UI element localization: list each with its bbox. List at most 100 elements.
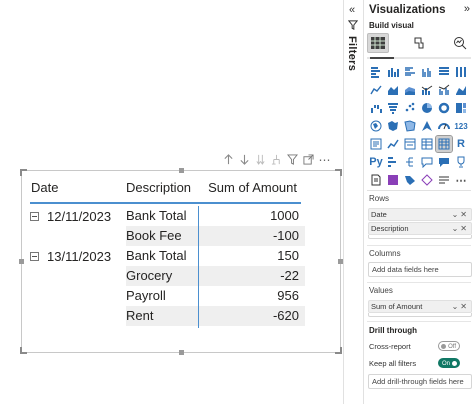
- field-actions-icon[interactable]: ⌄✕: [452, 301, 469, 312]
- values-drop-area[interactable]: [368, 313, 472, 317]
- collapse-icon[interactable]: [30, 251, 39, 261]
- field-name: Date: [371, 210, 387, 219]
- multi-row-card-icon[interactable]: [368, 136, 384, 152]
- row-amount: -100: [203, 226, 305, 246]
- stacked-bar-chart-icon[interactable]: [368, 64, 384, 80]
- resize-corner-top-right[interactable]: [335, 169, 342, 176]
- collapse-pane-icon[interactable]: »: [464, 3, 470, 15]
- stacked-area-chart-icon[interactable]: [402, 82, 418, 98]
- key-influencers-icon[interactable]: [385, 154, 401, 170]
- report-view: ⋯ Date Description Sum of Amount 12/11/2…: [0, 0, 474, 404]
- slicer-icon[interactable]: [402, 136, 418, 152]
- resize-handle-left[interactable]: [19, 259, 24, 264]
- filled-map-icon[interactable]: [385, 118, 401, 134]
- diamond-icon[interactable]: [419, 172, 435, 188]
- table-icon[interactable]: [419, 136, 435, 152]
- line-stacked-column-chart-icon[interactable]: [419, 82, 435, 98]
- smart-narrative-icon[interactable]: [436, 154, 452, 170]
- header-sum-of-amount[interactable]: Sum of Amount: [203, 180, 303, 195]
- cross-report-toggle[interactable]: Off: [438, 341, 460, 351]
- analytics-tab[interactable]: [449, 33, 471, 53]
- expand-hierarchy-icon[interactable]: [270, 153, 283, 166]
- more-options-icon[interactable]: ⋯: [318, 153, 331, 166]
- filter-icon[interactable]: [286, 153, 299, 166]
- resize-handle-bottom[interactable]: [179, 350, 184, 355]
- shape-map-icon[interactable]: [402, 118, 418, 134]
- format-visual-tab[interactable]: [408, 33, 430, 53]
- line-chart-icon[interactable]: [368, 82, 384, 98]
- power-automate-icon[interactable]: [402, 172, 418, 188]
- collapse-icon[interactable]: [30, 211, 39, 221]
- rows-field-description[interactable]: Description ⌄✕: [368, 222, 472, 235]
- r-visual-icon[interactable]: R: [453, 136, 469, 152]
- power-apps-icon[interactable]: [385, 172, 401, 188]
- keep-all-filters-toggle[interactable]: On: [438, 358, 460, 368]
- more-visuals-icon[interactable]: ⋯: [453, 172, 469, 188]
- goals-icon[interactable]: [453, 154, 469, 170]
- matrix-row: 12/11/2023 Bank Total 1000: [30, 206, 305, 226]
- qa-visual-icon[interactable]: [419, 154, 435, 170]
- resize-corner-bottom-left[interactable]: [20, 347, 27, 354]
- rows-label: Rows: [369, 194, 390, 203]
- matrix-header-row: Date Description Sum of Amount: [30, 175, 305, 199]
- clustered-column-chart-icon[interactable]: [419, 64, 435, 80]
- visualizations-title: Visualizations: [369, 4, 446, 16]
- ribbon-chart-icon[interactable]: [453, 82, 469, 98]
- gauge-icon[interactable]: [436, 118, 452, 134]
- map-icon[interactable]: [368, 118, 384, 134]
- arrow-down-icon[interactable]: [238, 153, 251, 166]
- filters-label[interactable]: Filters: [346, 36, 358, 71]
- scatter-chart-icon[interactable]: [402, 100, 418, 116]
- pie-chart-icon[interactable]: [419, 100, 435, 116]
- paginated-report-icon[interactable]: [368, 172, 384, 188]
- card-icon[interactable]: 123: [453, 118, 469, 134]
- row-date: 13/11/2023: [47, 248, 112, 264]
- 100-percent-bar-chart-icon[interactable]: [436, 64, 452, 80]
- field-actions-icon[interactable]: ⌄✕: [452, 223, 469, 234]
- drill-through-title: Drill through: [369, 326, 417, 335]
- area-chart-icon[interactable]: [385, 82, 401, 98]
- kpi-icon[interactable]: [385, 136, 401, 152]
- matrix-table: Date Description Sum of Amount 12/11/202…: [30, 175, 305, 328]
- row-amount: 1000: [270, 208, 299, 223]
- filters-pane-collapsed[interactable]: « Filters: [343, 0, 363, 404]
- python-visual-icon[interactable]: Py: [368, 154, 384, 170]
- double-arrow-down-icon[interactable]: [254, 153, 267, 166]
- resize-handle-top[interactable]: [179, 168, 184, 173]
- treemap-icon[interactable]: [453, 100, 469, 116]
- matrix-icon[interactable]: [435, 135, 453, 153]
- azure-map-icon[interactable]: [419, 118, 435, 134]
- resize-corner-top-left[interactable]: [20, 169, 27, 176]
- field-actions-icon[interactable]: ⌄✕: [452, 209, 469, 220]
- rows-drop-area[interactable]: [368, 235, 472, 239]
- values-field-sum-of-amount[interactable]: Sum of Amount ⌄✕: [368, 300, 472, 313]
- stacked-column-chart-icon[interactable]: [385, 64, 401, 80]
- row-description: Bank Total: [126, 208, 187, 223]
- row-amount: 956: [277, 288, 299, 303]
- arrow-up-icon[interactable]: [222, 153, 235, 166]
- build-visual-tab[interactable]: [367, 33, 389, 53]
- row-description: Payroll: [126, 288, 166, 303]
- field-name: Sum of Amount: [371, 302, 423, 311]
- matrix-row: 13/11/2023 Bank Total 150: [30, 246, 305, 266]
- rows-field-date[interactable]: Date ⌄✕: [368, 208, 472, 221]
- header-date[interactable]: Date: [30, 180, 126, 195]
- decomposition-tree-icon[interactable]: [402, 154, 418, 170]
- focus-mode-icon[interactable]: [302, 153, 315, 166]
- header-description[interactable]: Description: [126, 180, 203, 195]
- columns-drop-field[interactable]: Add data fields here: [368, 262, 472, 277]
- field-name: Description: [371, 224, 409, 233]
- report-canvas[interactable]: ⋯ Date Description Sum of Amount 12/11/2…: [0, 0, 343, 404]
- clustered-bar-chart-icon[interactable]: [402, 64, 418, 80]
- donut-chart-icon[interactable]: [436, 100, 452, 116]
- line-clustered-column-chart-icon[interactable]: [436, 82, 452, 98]
- get-more-visuals-icon[interactable]: [436, 172, 452, 188]
- 100-percent-column-chart-icon[interactable]: [453, 64, 469, 80]
- expand-filters-icon[interactable]: «: [349, 4, 355, 16]
- resize-corner-bottom-right[interactable]: [335, 347, 342, 354]
- waterfall-chart-icon[interactable]: [368, 100, 384, 116]
- matrix-body: 12/11/2023 Bank Total 1000 Book Fee -100…: [30, 206, 305, 328]
- drill-through-drop-field[interactable]: Add drill-through fields here: [368, 374, 472, 389]
- column-separator: [198, 206, 199, 328]
- funnel-chart-icon[interactable]: [385, 100, 401, 116]
